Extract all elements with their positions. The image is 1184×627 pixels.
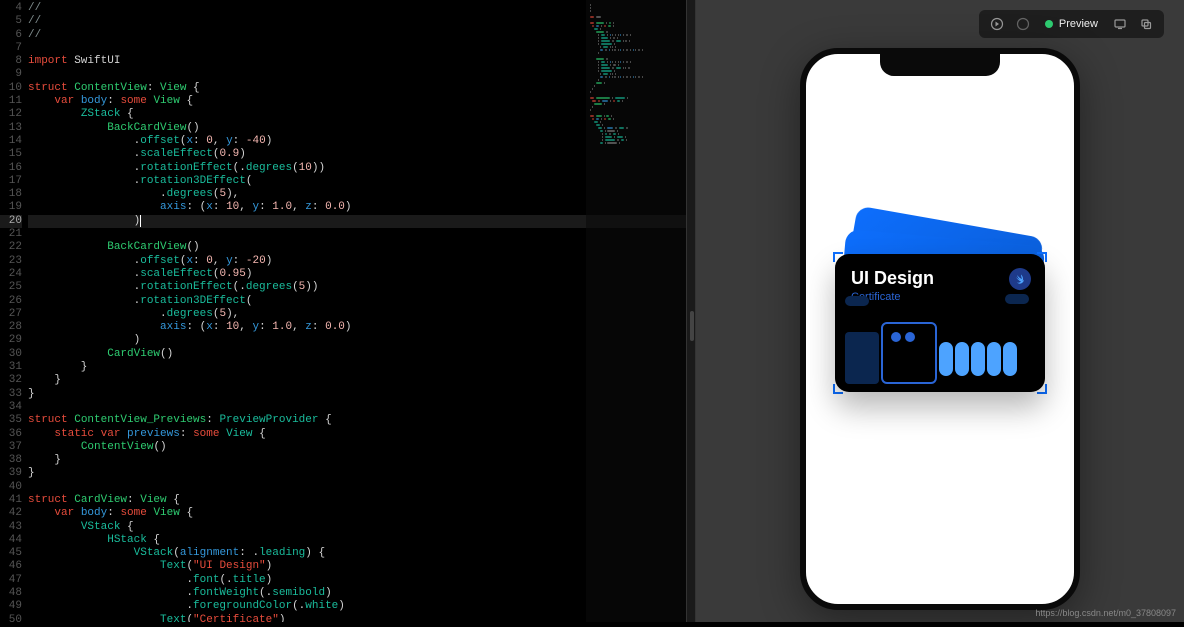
run-icon[interactable]: [987, 14, 1007, 34]
cloud-icon: [845, 296, 869, 306]
split-handle[interactable]: [686, 0, 696, 622]
card-illustration: [835, 320, 1045, 392]
front-card[interactable]: UI Design Certificate: [835, 254, 1045, 392]
card-title: UI Design: [851, 268, 1029, 289]
watermark: https://blog.csdn.net/m0_37808097: [1035, 608, 1176, 618]
minimap[interactable]: [586, 0, 686, 622]
display-icon[interactable]: [1110, 14, 1130, 34]
line-number-gutter: 4567891011121314151617181920212223242526…: [0, 0, 28, 622]
preview-pane: Preview UI Design Certificate: [696, 0, 1184, 622]
duplicate-icon[interactable]: [1136, 14, 1156, 34]
preview-label-text: Preview: [1059, 18, 1098, 30]
device-preview[interactable]: UI Design Certificate: [800, 48, 1080, 610]
device-notch: [880, 54, 1000, 76]
card-subtitle: Certificate: [851, 291, 1029, 303]
swift-icon: [1009, 268, 1031, 290]
stop-icon[interactable]: [1013, 14, 1033, 34]
preview-toolbar: Preview: [979, 10, 1164, 38]
preview-status: Preview: [1039, 18, 1104, 30]
cloud-icon: [1005, 294, 1029, 304]
status-dot-icon: [1045, 20, 1053, 28]
editor-pane: 4567891011121314151617181920212223242526…: [0, 0, 686, 622]
